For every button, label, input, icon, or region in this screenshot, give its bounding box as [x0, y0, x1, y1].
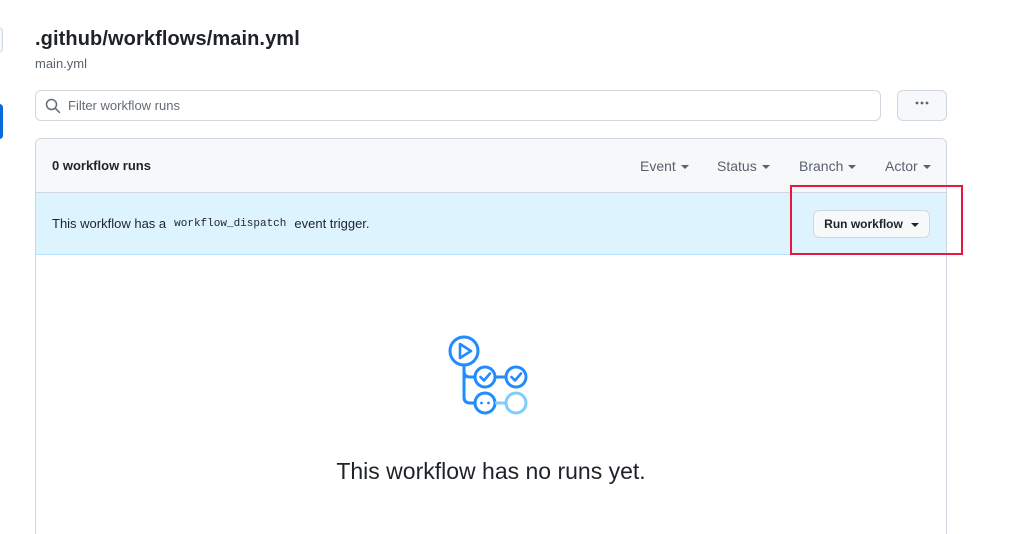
filter-workflow-runs-box[interactable]: [35, 90, 881, 121]
workflow-dispatch-message: This workflow has a workflow_dispatch ev…: [52, 216, 370, 231]
chevron-down-icon: [848, 164, 857, 169]
actor-filter-label: Actor: [885, 157, 918, 174]
page-title: .github/workflows/main.yml: [35, 28, 300, 50]
more-options-button[interactable]: [897, 90, 947, 121]
workflow-dispatch-banner: This workflow has a workflow_dispatch ev…: [36, 193, 946, 255]
actor-filter-menu[interactable]: Actor: [885, 158, 931, 174]
chevron-down-icon: [680, 164, 689, 169]
run-workflow-label: Run workflow: [824, 217, 903, 231]
status-filter-label: Status: [717, 157, 757, 174]
sidebar-edge-control[interactable]: [0, 27, 3, 53]
dispatch-text-after: event trigger.: [294, 216, 370, 231]
workflow-runs-panel: 0 workflow runs Event Status Branch Acto…: [35, 138, 947, 534]
empty-state-title: This workflow has no runs yet.: [336, 458, 646, 484]
sidebar-active-indicator: [0, 104, 3, 139]
dispatch-text-before: This workflow has a: [52, 216, 167, 231]
status-filter-menu[interactable]: Status: [717, 158, 770, 174]
chevron-down-icon: [922, 164, 931, 169]
kebab-horizontal-icon: [914, 95, 930, 116]
workflow-runs-header: 0 workflow runs Event Status Branch Acto…: [36, 139, 946, 193]
branch-filter-menu[interactable]: Branch: [799, 157, 857, 174]
branch-filter-label: Branch: [799, 157, 844, 174]
event-filter-menu[interactable]: Event: [640, 158, 689, 174]
dispatch-event-code: workflow_dispatch: [174, 217, 287, 230]
chevron-down-icon: [910, 223, 919, 227]
empty-state: This workflow has no runs yet.: [36, 255, 946, 534]
page-subtitle[interactable]: main.yml: [35, 56, 87, 71]
event-filter-label: Event: [640, 157, 676, 174]
filter-workflow-runs-input[interactable]: [68, 98, 868, 113]
workflow-runs-count: 0 workflow runs: [52, 158, 151, 173]
workflow-graph-icon: [448, 335, 528, 415]
run-workflow-button[interactable]: Run workflow: [813, 210, 930, 238]
search-icon: [45, 98, 61, 114]
chevron-down-icon: [761, 164, 770, 169]
